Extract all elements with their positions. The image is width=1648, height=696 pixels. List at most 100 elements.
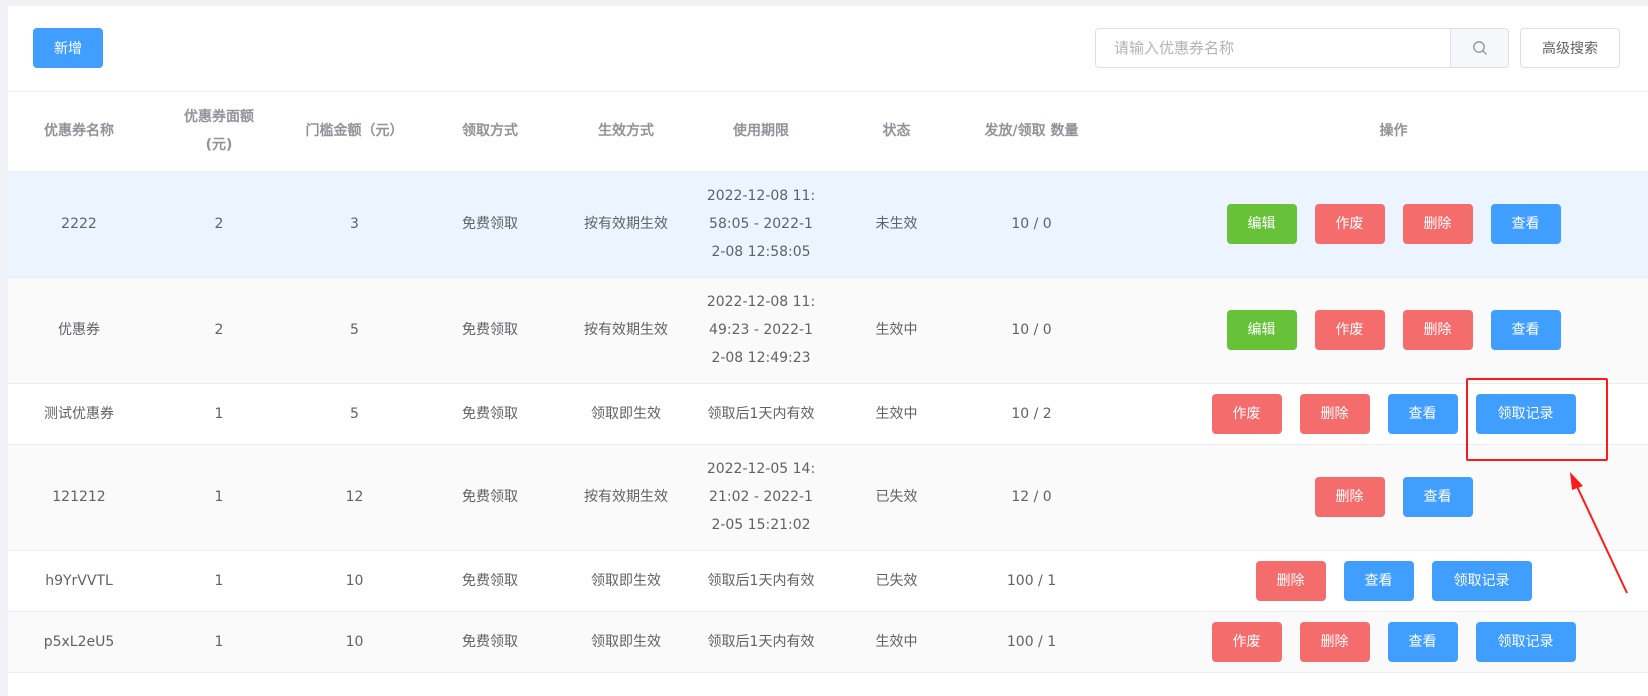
coupon-name-cell: p5xL2eU5	[8, 611, 150, 673]
quantity-cell: 100 / 1	[964, 550, 1099, 612]
table-row: h9YrVVTL 1 10 免费领取 领取即生效 领取后1天内有效 已失效 100 / 1 删除…	[8, 550, 1648, 612]
view-button[interactable]: 查看	[1343, 560, 1414, 601]
usage-period-cell: 2022-12-08 11:49:23 - 2022-12-08 12:49:2…	[693, 277, 829, 384]
quantity-cell: 100 / 1	[964, 611, 1099, 673]
header-usage-period: 使用期限	[693, 92, 829, 172]
usage-period-cell: 领取后1天内有效	[693, 550, 829, 612]
usage-period-cell: 领取后1天内有效	[693, 611, 829, 673]
status-cell: 生效中	[829, 611, 964, 673]
coupon-table: 优惠券名称 优惠券面额 (元) 门槛金额（元） 领取方式 生效方式 使用期限 状态 发放/领取…	[8, 92, 1648, 673]
view-button[interactable]: 查看	[1387, 393, 1458, 434]
action-group: 删除 查看	[1099, 477, 1648, 517]
delete-button[interactable]: 删除	[1255, 560, 1326, 601]
void-button[interactable]: 作废	[1314, 310, 1385, 350]
edit-button[interactable]: 编辑	[1226, 310, 1297, 350]
table-header-row: 优惠券名称 优惠券面额 (元) 门槛金额（元） 领取方式 生效方式 使用期限 状态 发放/领取…	[8, 92, 1648, 172]
view-button[interactable]: 查看	[1490, 204, 1561, 244]
threshold-cell: 3	[288, 171, 421, 278]
claim-method-cell: 免费领取	[421, 277, 559, 384]
table-row: 2222 2 3 免费领取 按有效期生效 2022-12-08 11:58:05 - 20…	[8, 171, 1648, 278]
delete-button[interactable]: 删除	[1299, 393, 1370, 434]
main-panel: 新增 高级搜索 优惠券名称优惠券面额 (元)门槛金额（元）领取方式生效方式使用期…	[8, 6, 1648, 696]
view-button[interactable]: 查看	[1402, 477, 1473, 517]
delete-button[interactable]: 删除	[1299, 621, 1370, 662]
table-row: p5xL2eU5 1 10 免费领取 领取即生效 领取后1天内有效 生效中 100 / 1 作废…	[8, 611, 1648, 673]
add-button[interactable]: 新增	[33, 28, 103, 68]
advanced-search-button[interactable]: 高级搜索	[1520, 28, 1620, 68]
header-actions: 操作	[1099, 92, 1648, 172]
status-cell: 生效中	[829, 277, 964, 384]
face-value-cell: 1	[150, 444, 288, 551]
search-button[interactable]	[1450, 29, 1508, 67]
actions-cell: 删除 查看 领取记录	[1099, 550, 1648, 612]
status-cell: 已失效	[829, 444, 964, 551]
status-cell: 生效中	[829, 383, 964, 445]
face-value-cell: 2	[150, 277, 288, 384]
coupon-name-cell: 121212	[8, 444, 150, 551]
claim-method-cell: 免费领取	[421, 383, 559, 445]
face-value-cell: 1	[150, 383, 288, 445]
effect-method-cell: 按有效期生效	[559, 277, 693, 384]
quantity-cell: 10 / 0	[964, 277, 1099, 384]
actions-cell: 编辑 作废 删除 查看	[1099, 277, 1648, 384]
claim-method-cell: 免费领取	[421, 550, 559, 612]
effect-method-cell: 按有效期生效	[559, 171, 693, 278]
delete-button[interactable]: 删除	[1402, 204, 1473, 244]
action-group: 作废 删除 查看 领取记录	[1099, 621, 1648, 662]
threshold-cell: 10	[288, 550, 421, 612]
annotation-highlight-box	[1466, 378, 1608, 461]
usage-period-cell: 领取后1天内有效	[693, 383, 829, 445]
effect-method-cell: 领取即生效	[559, 611, 693, 673]
header-face-value: 优惠券面额 (元)	[150, 92, 288, 172]
view-button[interactable]: 查看	[1490, 310, 1561, 350]
search-box	[1095, 28, 1509, 68]
threshold-cell: 5	[288, 277, 421, 384]
header-coupon-name: 优惠券名称	[8, 92, 150, 172]
usage-period-cell: 2022-12-05 14:21:02 - 2022-12-05 15:21:0…	[693, 444, 829, 551]
void-button[interactable]: 作废	[1211, 621, 1282, 662]
usage-period-cell: 2022-12-08 11:58:05 - 2022-12-08 12:58:0…	[693, 171, 829, 278]
claim-records-button[interactable]: 领取记录	[1431, 560, 1532, 601]
effect-method-cell: 按有效期生效	[559, 444, 693, 551]
claim-method-cell: 免费领取	[421, 611, 559, 673]
action-group: 删除 查看 领取记录	[1099, 560, 1648, 601]
header-threshold: 门槛金额（元）	[288, 92, 421, 172]
header-effect-method: 生效方式	[559, 92, 693, 172]
threshold-cell: 5	[288, 383, 421, 445]
action-group: 编辑 作废 删除 查看	[1099, 204, 1648, 244]
status-cell: 未生效	[829, 171, 964, 278]
header-claim-method: 领取方式	[421, 92, 559, 172]
claim-method-cell: 免费领取	[421, 444, 559, 551]
delete-button[interactable]: 删除	[1314, 477, 1385, 517]
delete-button[interactable]: 删除	[1402, 310, 1473, 350]
edit-button[interactable]: 编辑	[1226, 204, 1297, 244]
view-button[interactable]: 查看	[1387, 621, 1458, 662]
threshold-cell: 10	[288, 611, 421, 673]
coupon-name-search-input[interactable]	[1096, 29, 1450, 67]
claim-records-button[interactable]: 领取记录	[1475, 621, 1576, 662]
face-value-cell: 1	[150, 611, 288, 673]
threshold-cell: 12	[288, 444, 421, 551]
face-value-cell: 2	[150, 171, 288, 278]
header-quantity: 发放/领取 数量	[964, 92, 1099, 172]
claim-method-cell: 免费领取	[421, 171, 559, 278]
quantity-cell: 12 / 0	[964, 444, 1099, 551]
coupon-name-cell: 2222	[8, 171, 150, 278]
table-body: 2222 2 3 免费领取 按有效期生效 2022-12-08 11:58:05 - 20…	[8, 171, 1648, 673]
actions-cell: 编辑 作废 删除 查看	[1099, 171, 1648, 278]
table-row: 测试优惠券 1 5 免费领取 领取即生效 领取后1天内有效 生效中 10 / 2 作废 删除 查看领…	[8, 383, 1648, 445]
table-row: 121212 1 12 免费领取 按有效期生效 2022-12-05 14:21:02 -…	[8, 444, 1648, 551]
search-icon	[1472, 41, 1487, 55]
effect-method-cell: 领取即生效	[559, 550, 693, 612]
quantity-cell: 10 / 2	[964, 383, 1099, 445]
header-status: 状态	[829, 92, 964, 172]
status-cell: 已失效	[829, 550, 964, 612]
actions-cell: 作废 删除 查看 领取记录	[1099, 611, 1648, 673]
void-button[interactable]: 作废	[1211, 393, 1282, 434]
table-row: 优惠券 2 5 免费领取 按有效期生效 2022-12-08 11:49:23 - 202…	[8, 277, 1648, 384]
effect-method-cell: 领取即生效	[559, 383, 693, 445]
toolbar: 新增 高级搜索	[8, 6, 1648, 92]
void-button[interactable]: 作废	[1314, 204, 1385, 244]
quantity-cell: 10 / 0	[964, 171, 1099, 278]
coupon-name-cell: h9YrVVTL	[8, 550, 150, 612]
